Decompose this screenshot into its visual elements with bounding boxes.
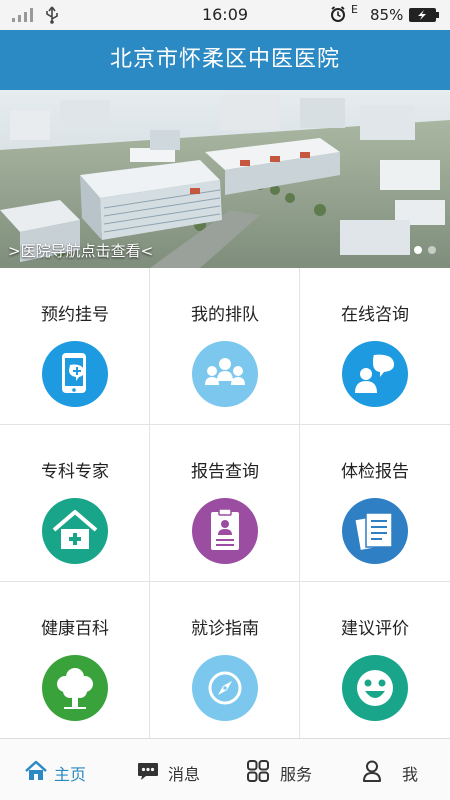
queue-people-icon xyxy=(192,341,258,407)
grid-item-label: 报告查询 xyxy=(191,462,259,482)
app-header: 北京市怀柔区中医医院 xyxy=(0,30,450,90)
chat-consult-icon xyxy=(342,341,408,407)
hospital-house-icon xyxy=(42,498,108,564)
compass-icon xyxy=(192,655,258,721)
banner-caption[interactable]: >医院导航点击查看< xyxy=(8,240,153,261)
status-bar: 16:09 E 85% xyxy=(0,0,450,30)
grid-item-label: 在线咨询 xyxy=(341,305,409,325)
tab-me-label: 我 xyxy=(402,765,419,784)
tree-icon xyxy=(42,655,108,721)
banner-dot-2[interactable] xyxy=(428,246,436,254)
tab-home[interactable]: 主页 xyxy=(0,739,112,800)
tab-services[interactable]: 服务 xyxy=(224,739,336,800)
tab-messages-label: 消息 xyxy=(168,765,201,784)
sim-label: E xyxy=(351,3,358,16)
grid-item-checkup-report[interactable]: 体检报告 xyxy=(300,425,450,582)
battery-percent: 85% xyxy=(370,6,404,24)
page-title: 北京市怀柔区中医医院 xyxy=(109,47,340,72)
person-icon xyxy=(363,760,381,782)
tab-messages[interactable]: 消息 xyxy=(112,739,224,800)
tab-services-label: 服务 xyxy=(280,765,313,784)
alarm-icon xyxy=(331,6,345,22)
message-icon xyxy=(138,763,158,780)
phone-appointment-icon xyxy=(42,341,108,407)
tab-home-label: 主页 xyxy=(54,765,87,784)
grid-item-report-query[interactable]: 报告查询 xyxy=(150,425,300,582)
banner-pagination xyxy=(410,246,440,256)
clipboard-report-icon xyxy=(192,498,258,564)
grid-item-health-wiki[interactable]: 健康百科 xyxy=(0,582,150,739)
grid-item-online-consult[interactable]: 在线咨询 xyxy=(300,268,450,425)
grid-item-label: 就诊指南 xyxy=(191,619,259,639)
sim-indicator: E xyxy=(351,3,365,25)
grid-item-specialists[interactable]: 专科专家 xyxy=(0,425,150,582)
grid-service-icon xyxy=(247,760,269,782)
tab-me[interactable]: 我 xyxy=(336,739,448,800)
feature-grid: 预约挂号 我的排队 在线咨询 专科专家 报告查询 体检报告 健康百科 就诊指南 … xyxy=(0,268,450,739)
grid-item-my-queue[interactable]: 我的排队 xyxy=(150,268,300,425)
battery-charging-icon xyxy=(409,8,439,22)
grid-item-appointment[interactable]: 预约挂号 xyxy=(0,268,150,425)
bottom-tab-bar: 主页 消息 服务 我 xyxy=(0,738,450,800)
grid-item-label: 预约挂号 xyxy=(41,305,109,325)
grid-item-label: 健康百科 xyxy=(41,619,109,639)
grid-item-label: 建议评价 xyxy=(341,619,409,639)
grid-item-label: 专科专家 xyxy=(41,462,109,482)
hospital-banner[interactable]: >医院导航点击查看< xyxy=(0,90,450,268)
grid-item-feedback[interactable]: 建议评价 xyxy=(300,582,450,739)
grid-item-label: 体检报告 xyxy=(341,462,409,482)
grid-item-visit-guide[interactable]: 就诊指南 xyxy=(150,582,300,739)
smiley-face-icon xyxy=(342,655,408,721)
grid-item-label: 我的排队 xyxy=(191,305,259,325)
home-icon xyxy=(25,760,47,780)
banner-dot-1[interactable] xyxy=(414,246,422,254)
documents-report-icon xyxy=(342,498,408,564)
